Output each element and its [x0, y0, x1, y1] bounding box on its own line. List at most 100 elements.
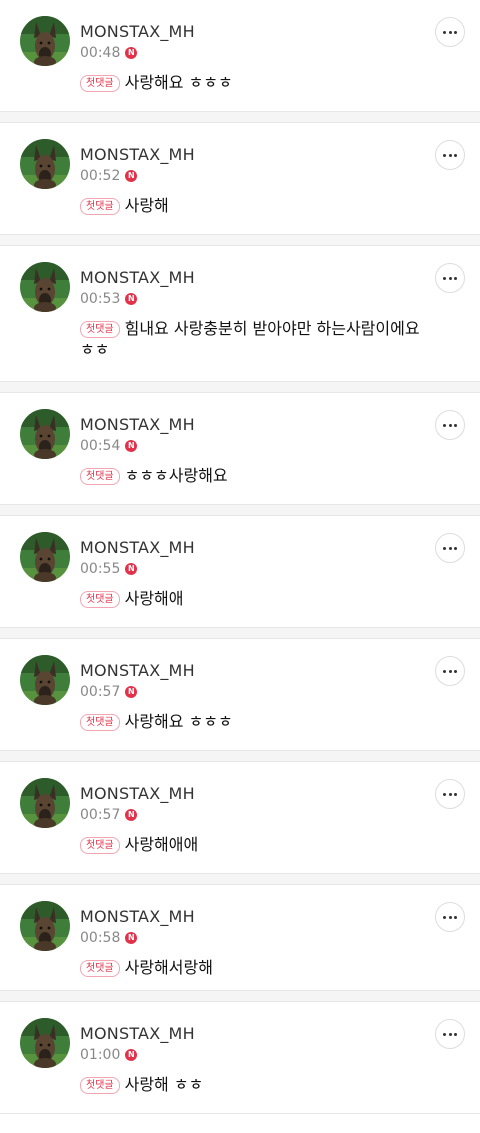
first-comment-badge: 첫댓글	[80, 960, 120, 977]
first-comment-badge: 첫댓글	[80, 714, 120, 731]
comment-item: MONSTAX_MH 00:58 N 첫댓글 사랑해서랑해	[0, 885, 480, 991]
first-comment-badge: 첫댓글	[80, 468, 120, 485]
first-comment-badge: 첫댓글	[80, 591, 120, 608]
comment-item: MONSTAX_MH 00:48 N 첫댓글 사랑해요 ㅎㅎㅎ	[0, 0, 480, 112]
more-horizontal-icon	[453, 915, 457, 919]
comment-meta: 00:54 N	[80, 437, 138, 455]
comment-meta: 00:57 N	[80, 806, 138, 824]
username[interactable]: MONSTAX_MH	[80, 784, 195, 803]
username[interactable]: MONSTAX_MH	[80, 907, 195, 926]
comment-text: 사랑해요 ㅎㅎㅎ	[124, 73, 233, 92]
more-horizontal-icon	[443, 423, 447, 427]
new-badge: N	[125, 440, 138, 452]
comment-body: 첫댓글 사랑해요 ㅎㅎㅎ	[80, 72, 420, 93]
more-button[interactable]	[435, 902, 465, 932]
comment-body: 첫댓글 사랑해서랑해	[80, 957, 420, 978]
avatar[interactable]	[20, 778, 70, 828]
new-badge: N	[125, 563, 138, 575]
username[interactable]: MONSTAX_MH	[80, 661, 195, 680]
more-button[interactable]	[435, 1019, 465, 1049]
more-button[interactable]	[435, 779, 465, 809]
comment-time: 01:00	[80, 1047, 121, 1063]
comment-text: ㅎㅎㅎ사랑해요	[124, 466, 228, 485]
comment-divider	[0, 628, 480, 639]
username[interactable]: MONSTAX_MH	[80, 415, 195, 434]
avatar[interactable]	[20, 262, 70, 312]
avatar[interactable]	[20, 1018, 70, 1068]
comment-item: MONSTAX_MH 00:57 N 첫댓글 사랑해요 ㅎㅎㅎ	[0, 639, 480, 751]
more-horizontal-icon	[448, 792, 452, 796]
comment-item: MONSTAX_MH 00:54 N 첫댓글 ㅎㅎㅎ사랑해요	[0, 393, 480, 505]
new-badge: N	[125, 1049, 138, 1061]
comment-feed: MONSTAX_MH 00:48 N 첫댓글 사랑해요 ㅎㅎㅎ MONSTAX_MH 00:…	[0, 0, 480, 1114]
comment-time: 00:58	[80, 930, 121, 946]
comment-divider	[0, 874, 480, 885]
comment-meta: 00:52 N	[80, 167, 138, 185]
comment-item: MONSTAX_MH 01:00 N 첫댓글 사랑해 ㅎㅎ	[0, 1002, 480, 1114]
new-badge: N	[125, 170, 138, 182]
more-horizontal-icon	[453, 30, 457, 34]
more-button[interactable]	[435, 533, 465, 563]
more-horizontal-icon	[443, 915, 447, 919]
more-horizontal-icon	[448, 153, 452, 157]
more-button[interactable]	[435, 140, 465, 170]
comment-item: MONSTAX_MH 00:57 N 첫댓글 사랑해애애	[0, 762, 480, 874]
more-horizontal-icon	[453, 423, 457, 427]
comment-body: 첫댓글 ㅎㅎㅎ사랑해요	[80, 465, 420, 486]
new-badge: N	[125, 932, 138, 944]
more-horizontal-icon	[453, 669, 457, 673]
comment-meta: 00:55 N	[80, 560, 138, 578]
more-button[interactable]	[435, 17, 465, 47]
avatar[interactable]	[20, 655, 70, 705]
more-horizontal-icon	[448, 423, 452, 427]
more-horizontal-icon	[443, 546, 447, 550]
more-horizontal-icon	[443, 669, 447, 673]
new-badge: N	[125, 686, 138, 698]
avatar[interactable]	[20, 139, 70, 189]
more-button[interactable]	[435, 263, 465, 293]
avatar[interactable]	[20, 16, 70, 66]
more-horizontal-icon	[443, 30, 447, 34]
new-badge: N	[125, 47, 138, 59]
comment-item: MONSTAX_MH 00:52 N 첫댓글 사랑해	[0, 123, 480, 235]
first-comment-badge: 첫댓글	[80, 837, 120, 854]
new-badge: N	[125, 293, 138, 305]
more-horizontal-icon	[448, 1032, 452, 1036]
username[interactable]: MONSTAX_MH	[80, 268, 195, 287]
comment-time: 00:55	[80, 561, 121, 577]
comment-divider	[0, 112, 480, 123]
comment-text: 사랑해서랑해	[124, 958, 213, 977]
more-horizontal-icon	[448, 30, 452, 34]
more-horizontal-icon	[443, 792, 447, 796]
comment-text: 사랑해	[124, 196, 169, 215]
avatar[interactable]	[20, 409, 70, 459]
avatar[interactable]	[20, 532, 70, 582]
more-horizontal-icon	[448, 546, 452, 550]
comment-item: MONSTAX_MH 00:55 N 첫댓글 사랑해애	[0, 516, 480, 628]
comment-body: 첫댓글 힘내요 사랑충분히 받아야만 하는사람이에요 ㅎㅎ	[80, 318, 420, 360]
comment-meta: 00:53 N	[80, 290, 138, 308]
username[interactable]: MONSTAX_MH	[80, 538, 195, 557]
username[interactable]: MONSTAX_MH	[80, 1024, 195, 1043]
more-horizontal-icon	[453, 546, 457, 550]
more-horizontal-icon	[443, 1032, 447, 1036]
comment-body: 첫댓글 사랑해애애	[80, 834, 420, 855]
username[interactable]: MONSTAX_MH	[80, 145, 195, 164]
avatar[interactable]	[20, 901, 70, 951]
comment-text: 사랑해애애	[124, 835, 199, 854]
more-horizontal-icon	[448, 669, 452, 673]
comment-text: 힘내요 사랑충분히 받아야만 하는사람이에요 ㅎㅎ	[80, 319, 420, 359]
more-horizontal-icon	[453, 792, 457, 796]
comment-item: MONSTAX_MH 00:53 N 첫댓글 힘내요 사랑충분히 받아야만 하는사람이에…	[0, 246, 480, 382]
username[interactable]: MONSTAX_MH	[80, 22, 195, 41]
more-button[interactable]	[435, 410, 465, 440]
more-button[interactable]	[435, 656, 465, 686]
comment-time: 00:53	[80, 291, 121, 307]
comment-meta: 01:00 N	[80, 1046, 138, 1064]
more-horizontal-icon	[453, 276, 457, 280]
more-horizontal-icon	[453, 153, 457, 157]
comment-body: 첫댓글 사랑해애	[80, 588, 420, 609]
new-badge: N	[125, 809, 138, 821]
first-comment-badge: 첫댓글	[80, 198, 120, 215]
first-comment-badge: 첫댓글	[80, 1077, 120, 1094]
